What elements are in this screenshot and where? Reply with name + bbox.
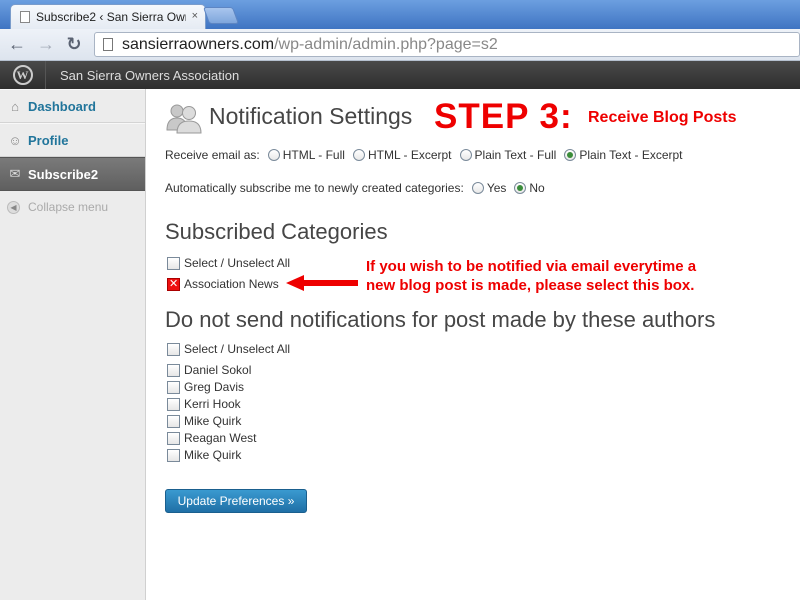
author-row: Reagan West (167, 431, 257, 445)
sidebar-item-dashboard[interactable]: ⌂ Dashboard (0, 89, 145, 123)
author-checkbox[interactable] (167, 448, 180, 462)
back-icon[interactable]: ← (6, 33, 28, 55)
checkbox-label: Select / Unselect All (184, 256, 291, 270)
radio-auto-yes[interactable] (471, 182, 484, 194)
mail-icon: ✉ (9, 166, 21, 181)
close-icon[interactable]: × (192, 10, 198, 22)
site-name-link[interactable]: San Sierra Owners Association (46, 68, 239, 83)
author-row: Mike Quirk (167, 448, 241, 462)
users-icon: ☺ (8, 132, 22, 148)
author-checkbox[interactable] (167, 414, 180, 428)
radio-html-excerpt[interactable] (352, 149, 365, 161)
wordpress-logo[interactable]: W (0, 61, 46, 89)
association-news-checkbox[interactable] (167, 277, 180, 291)
browser-tabstrip: Subscribe2 ‹ San Sierra Owne × (0, 0, 800, 29)
sidebar-item-label: Dashboard (28, 98, 96, 114)
authors-heading: Do not send notifications for post made … (165, 307, 716, 332)
sidebar-item-profile[interactable]: ☺ Profile (0, 123, 145, 157)
author-checkbox[interactable] (167, 380, 180, 394)
sidebar-item-label: Profile (28, 132, 69, 148)
author-name: Mike Quirk (184, 414, 242, 428)
browser-tab[interactable]: Subscribe2 ‹ San Sierra Owne × (10, 4, 206, 29)
address-bar[interactable]: sansierraowners.com/wp-admin/admin.php?p… (94, 32, 800, 57)
browser-toolbar: ← → ↻ sansierraowners.com/wp-admin/admin… (0, 29, 800, 61)
checkbox-label: Association News (184, 277, 279, 291)
author-name: Reagan West (184, 431, 257, 445)
author-row: Kerri Hook (167, 397, 241, 411)
option-label: No (529, 181, 545, 195)
url-path: /wp-admin/admin.php?page=s2 (274, 35, 498, 53)
select-all-checkbox[interactable] (167, 256, 180, 270)
main-content: Notification Settings STEP 3: Receive Bl… (146, 89, 800, 600)
collapse-menu-button[interactable]: ◀ Collapse menu (0, 191, 145, 223)
radio-html-full[interactable] (267, 149, 280, 161)
step-annotation: STEP 3: (434, 97, 573, 136)
annotation-line: If you wish to be notified via email eve… (366, 258, 697, 275)
radio-plain-excerpt[interactable] (564, 149, 577, 161)
author-checkbox[interactable] (167, 431, 180, 445)
auto-subscribe-label: Automatically subscribe me to newly crea… (165, 181, 464, 195)
page-icon (20, 11, 30, 23)
option-label: Yes (486, 181, 507, 195)
category-association-news: Association News (167, 277, 279, 291)
reload-icon[interactable]: ↻ (63, 33, 85, 55)
author-row: Greg Davis (167, 380, 244, 394)
email-format-row: Receive email as: HTML - Full HTML - Exc… (165, 148, 683, 162)
subscribed-categories-heading: Subscribed Categories (165, 219, 388, 244)
page-title: Notification Settings (209, 103, 413, 129)
radio-auto-no[interactable] (514, 182, 527, 194)
dashboard-icon: ⌂ (11, 98, 19, 114)
users-heading-icon (166, 104, 202, 134)
arrow-left-icon (286, 275, 358, 291)
wordpress-icon: W (12, 65, 33, 85)
sidebar-item-subscribe2[interactable]: ✉ Subscribe2 (0, 157, 145, 191)
instruction-annotation: If you wish to be notified via email eve… (366, 257, 696, 295)
update-preferences-button[interactable]: Update Preferences » (165, 489, 307, 513)
email-format-label: Receive email as: (165, 148, 260, 162)
checkbox-label: Select / Unselect All (184, 342, 291, 356)
option-label: HTML - Full (282, 148, 345, 162)
author-row: Mike Quirk (167, 414, 241, 428)
radio-plain-full[interactable] (459, 149, 472, 161)
admin-bar: W San Sierra Owners Association (0, 61, 800, 89)
new-tab-button[interactable] (202, 7, 240, 24)
authors-select-all: Select / Unselect All (167, 342, 290, 356)
step-subtitle-annotation: Receive Blog Posts (588, 109, 737, 126)
option-label: HTML - Excerpt (367, 148, 452, 162)
option-label: Plain Text - Excerpt (579, 148, 683, 162)
collapse-menu-label: Collapse menu (28, 200, 109, 214)
tab-title: Subscribe2 ‹ San Sierra Owne (36, 10, 186, 24)
url-host: sansierraowners.com (122, 35, 275, 53)
author-checkbox[interactable] (167, 363, 180, 377)
option-label: Plain Text - Full (474, 148, 557, 162)
author-checkbox[interactable] (167, 397, 180, 411)
author-name: Greg Davis (184, 380, 245, 394)
authors-select-all-checkbox[interactable] (167, 342, 180, 356)
author-name: Kerri Hook (184, 397, 241, 411)
author-name: Mike Quirk (184, 448, 242, 462)
collapse-arrow-icon: ◀ (7, 200, 20, 214)
forward-icon[interactable]: → (35, 33, 57, 55)
auto-subscribe-row: Automatically subscribe me to newly crea… (165, 181, 545, 195)
admin-sidebar: ⌂ Dashboard ☺ Profile ✉ Subscribe2 ◀ Col… (0, 89, 146, 600)
document-icon (103, 38, 113, 51)
category-select-all: Select / Unselect All (167, 256, 290, 270)
author-row: Daniel Sokol (167, 363, 251, 377)
sidebar-item-label: Subscribe2 (28, 166, 99, 182)
annotation-line: new blog post is made, please select thi… (366, 277, 695, 294)
author-name: Daniel Sokol (184, 363, 252, 377)
